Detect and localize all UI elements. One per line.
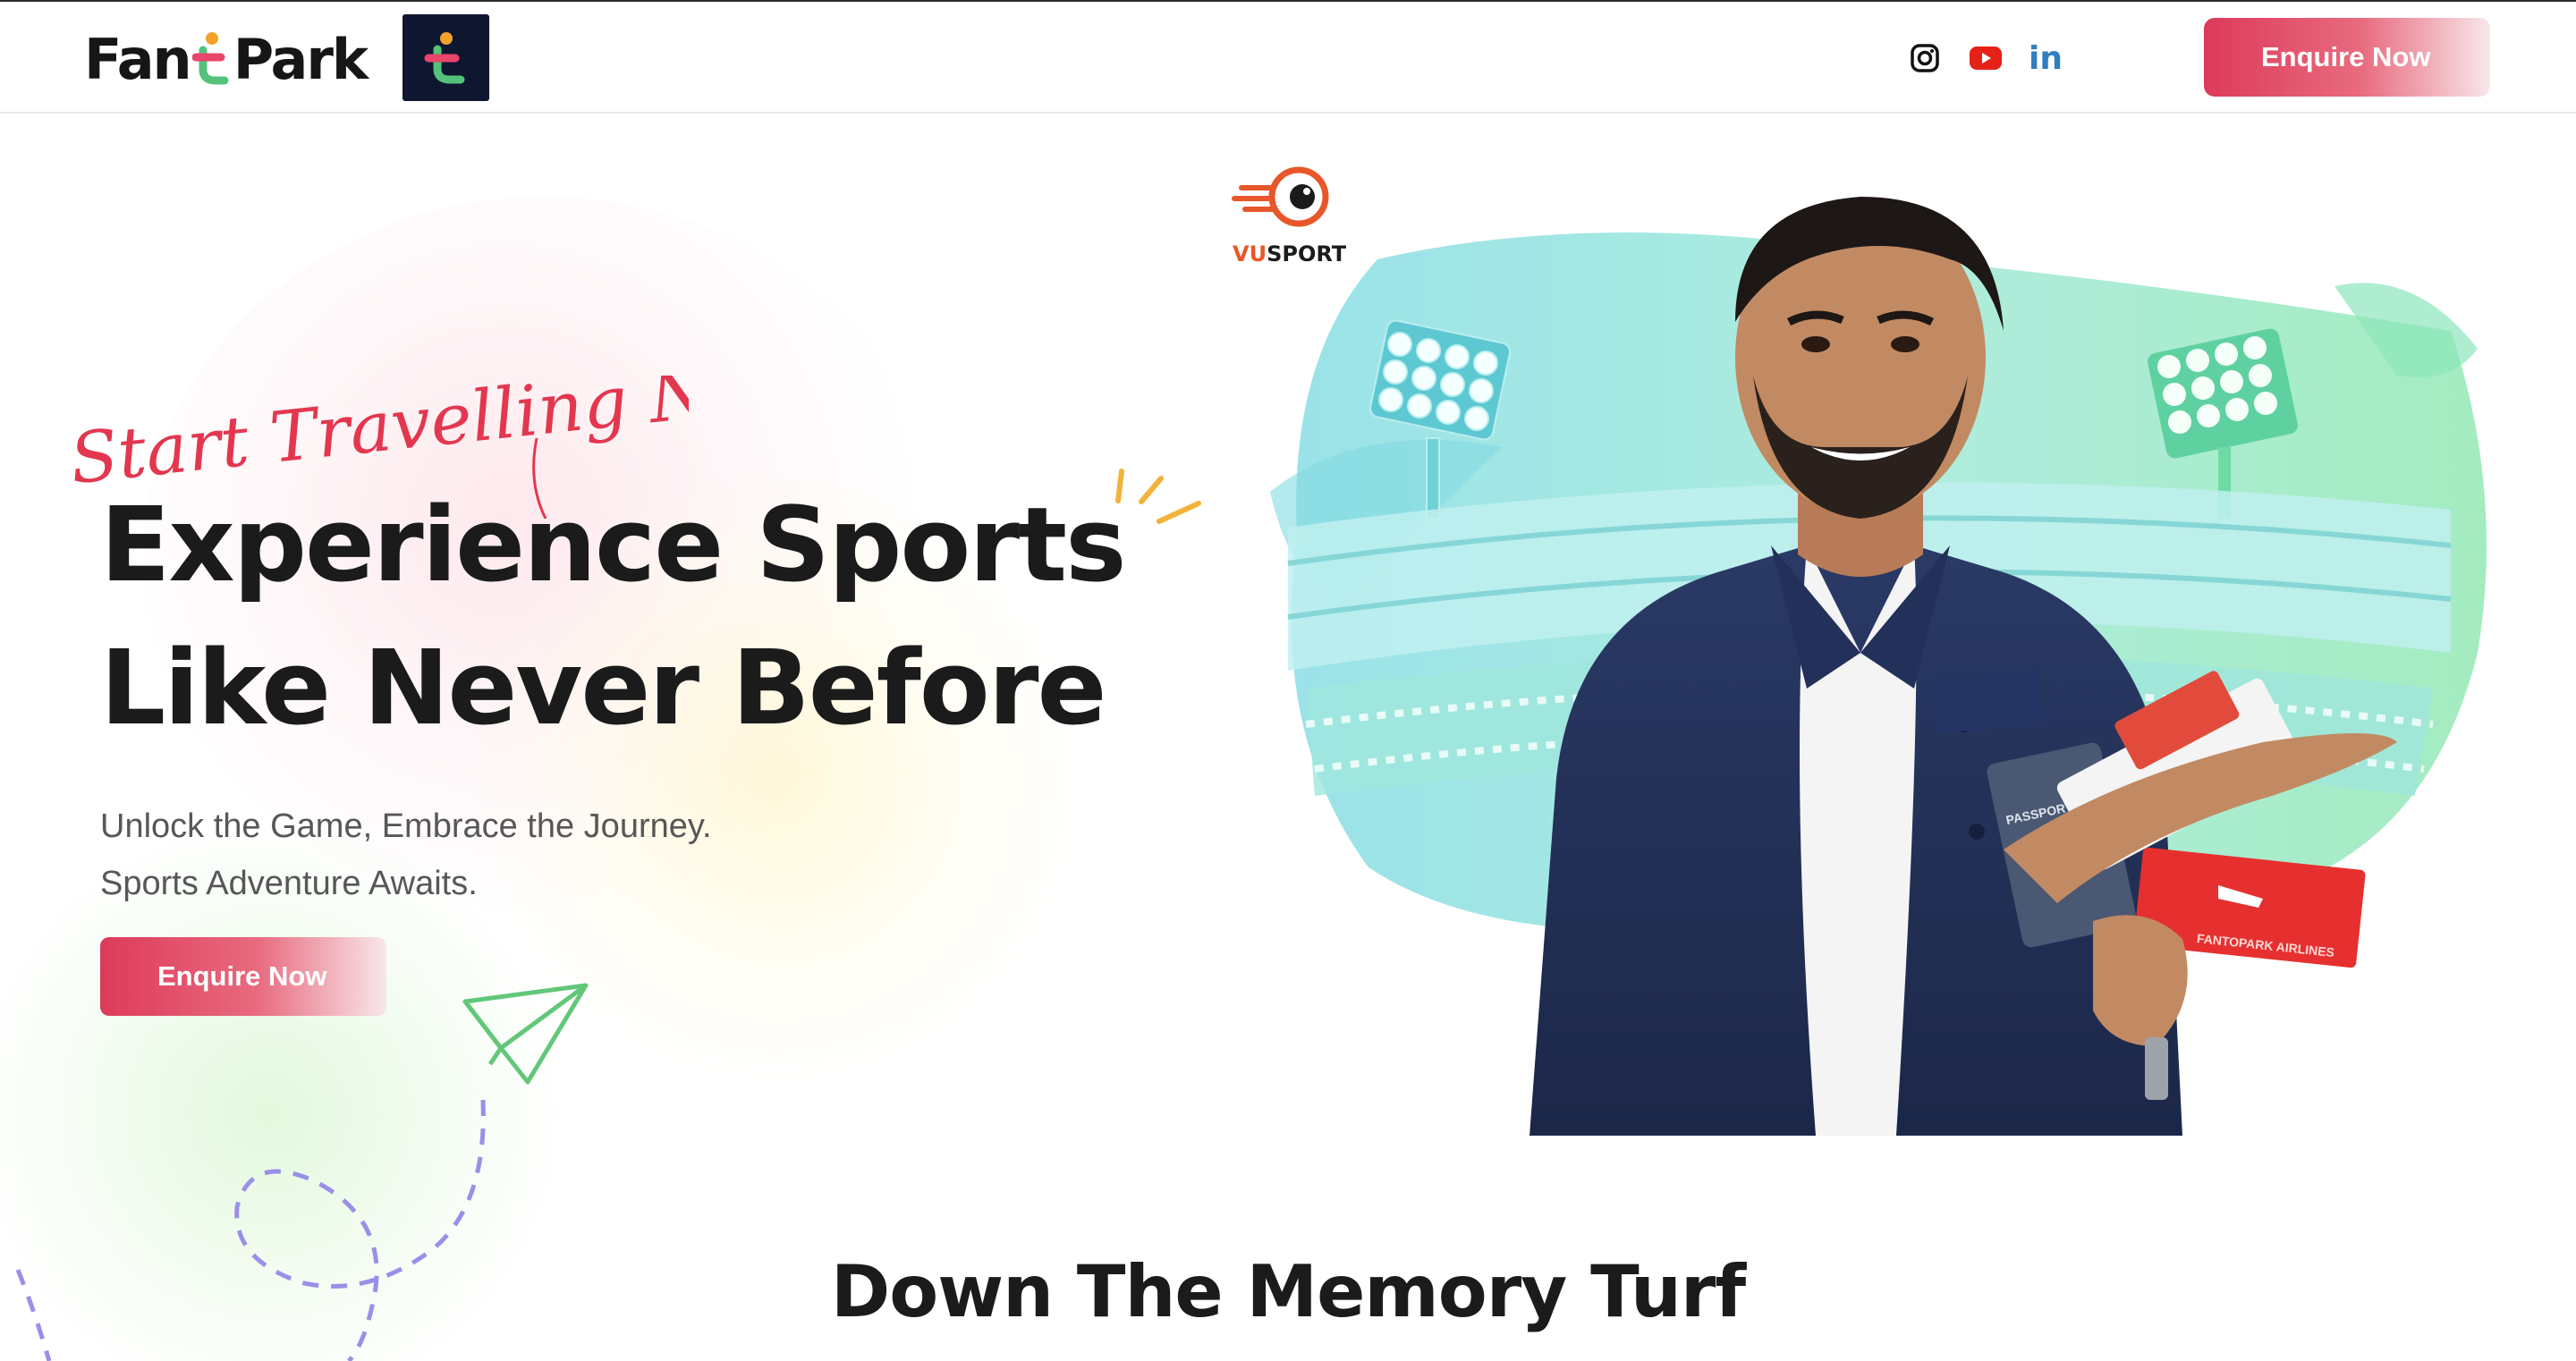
sparkle-lines-icon xyxy=(1115,469,1201,524)
hero-title: Experience Sports Like Never Before xyxy=(100,474,1174,760)
hero-title-line1: Experience Sports xyxy=(100,486,1127,605)
brand-text-right: Park xyxy=(233,26,369,92)
hero-subtitle-line1: Unlock the Game, Embrace the Journey. xyxy=(100,807,712,845)
hero-subtitle-line2: Sports Adventure Awaits. xyxy=(100,865,478,902)
header-enquire-button[interactable]: Enquire Now xyxy=(2204,18,2490,97)
brand-text-left: Fan xyxy=(84,26,192,92)
linkedin-icon[interactable]: in xyxy=(2027,39,2064,77)
brand-wordmark: Fan Park xyxy=(84,26,369,92)
hero-illustration: PASSPORT FANTOPARK AIRLINES xyxy=(1270,197,2487,1136)
linkedin-label: in xyxy=(2029,39,2063,77)
hero-subtitle: Unlock the Game, Embrace the Journey. Sp… xyxy=(100,798,712,912)
app-icon-badge[interactable] xyxy=(402,14,489,101)
brand-mark-icon xyxy=(191,30,232,88)
instagram-icon[interactable] xyxy=(1906,39,1944,77)
app-logo-icon xyxy=(424,31,464,83)
site-header: Fan Park in Enquire Now xyxy=(0,2,2576,114)
memory-turf-heading: Down The Memory Turf xyxy=(830,1250,1746,1333)
hero-title-line2: Like Never Before xyxy=(100,629,1106,748)
fantopark-logo[interactable]: Fan Park xyxy=(84,26,369,92)
youtube-icon[interactable] xyxy=(1967,39,2004,77)
